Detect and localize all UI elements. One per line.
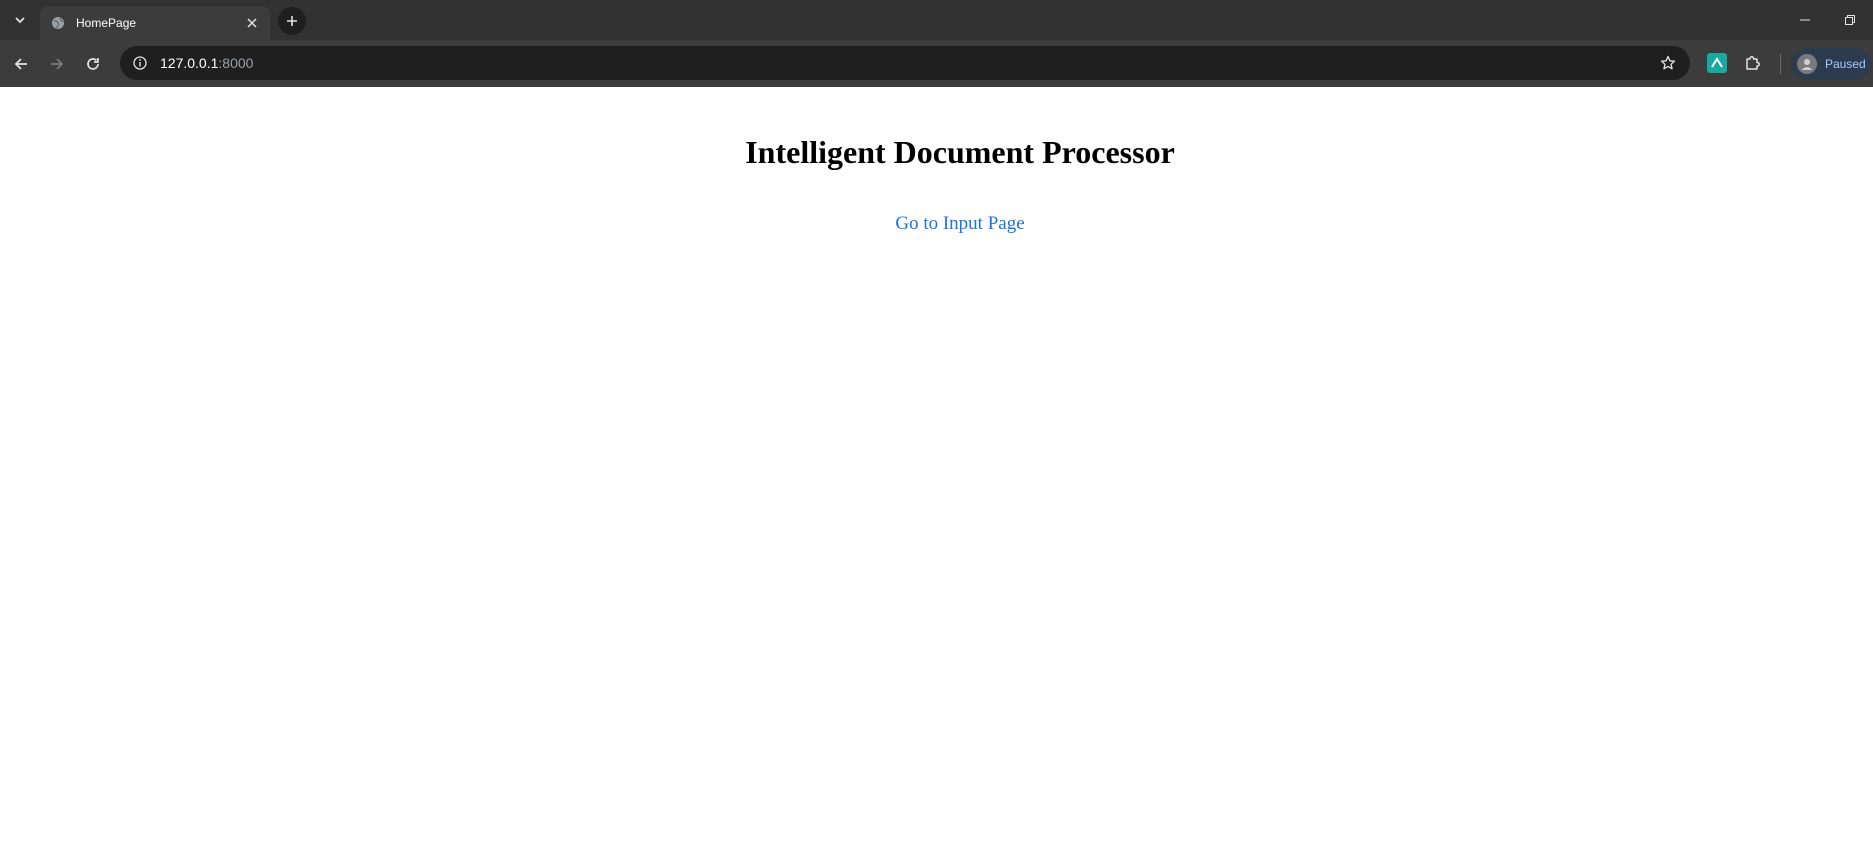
arrow-right-icon [51,58,64,70]
go-to-input-page-link[interactable]: Go to Input Page [895,213,1024,234]
extension-logo-icon [1711,57,1723,68]
reload-icon [87,58,99,70]
link-container: Go to Input Page [0,213,1873,235]
page-content: Intelligent Document Processor Go to Inp… [0,87,1873,853]
close-icon[interactable] [242,13,262,33]
url-text: 127.0.0.1:8000 [160,55,253,71]
avatar [1797,54,1817,74]
restore-button[interactable] [1836,8,1864,32]
info-icon[interactable] [128,51,152,75]
active-tab[interactable]: HomePage [40,6,270,40]
tab-search-button[interactable] [6,8,34,32]
address-bar[interactable]: 127.0.0.1:8000 [120,46,1690,80]
extension-button[interactable] [1707,53,1727,73]
tab-title: HomePage [76,16,137,30]
globe-icon [50,15,66,31]
star-icon[interactable] [1656,51,1680,75]
profile-status-label: Paused [1825,57,1866,71]
restore-icon [1845,15,1855,25]
minimize-icon [1800,19,1810,21]
reload-button[interactable] [79,50,107,78]
forward-button[interactable] [43,50,71,78]
new-tab-button[interactable] [278,7,306,35]
url-host: 127.0.0.1 [160,55,219,71]
plus-icon [287,16,297,26]
page-title: Intelligent Document Processor [745,134,1175,170]
chevron-down-icon [15,17,25,24]
minimize-button[interactable] [1791,8,1819,32]
tab-strip: HomePage [0,0,1873,40]
browser-toolbar: 127.0.0.1:8000 Paused [0,40,1873,87]
extensions-menu-button[interactable] [1743,53,1763,73]
puzzle-icon [1746,56,1760,70]
arrow-left-icon [14,58,27,70]
url-port: :8000 [218,55,254,71]
back-button[interactable] [7,50,35,78]
toolbar-divider [1780,54,1781,74]
profile-button[interactable]: Paused [1791,48,1871,80]
